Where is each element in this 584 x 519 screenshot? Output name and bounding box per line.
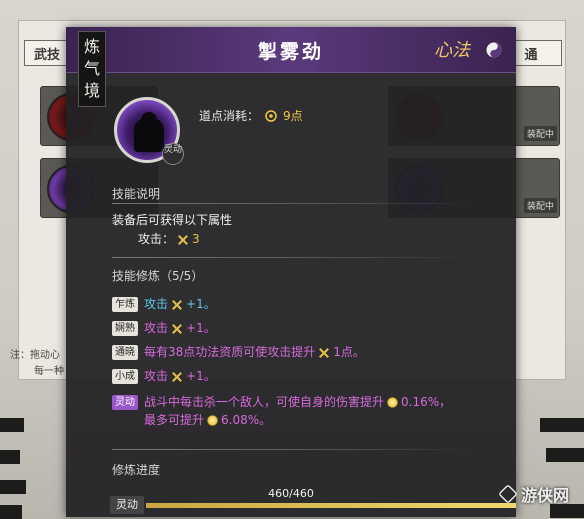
progress-bar	[146, 503, 516, 508]
equipped-badge: 装配中	[523, 198, 557, 213]
tier-badge: 通晓	[112, 345, 138, 360]
skill-attribute-badge: 灵动	[162, 143, 184, 165]
cost-label: 道点消耗：	[199, 109, 260, 123]
watermark: 游侠网	[498, 482, 569, 506]
tier-badge: 乍炼	[112, 297, 138, 312]
dao-point-icon	[265, 109, 277, 122]
tier-badge: 灵动	[112, 395, 138, 410]
attack-icon	[178, 235, 188, 245]
progress-label: 修炼进度	[112, 463, 161, 477]
skill-detail-dialog: 掣雾劲 心法 炼 气 境 灵动 道点消耗： 9点 技能说明 装备后可获得以下属性…	[66, 27, 516, 517]
attack-icon	[319, 348, 329, 358]
skill-type-badge: 心法	[434, 40, 470, 61]
tier-badge: 小成	[112, 369, 138, 384]
description-text: 装备后可获得以下属性	[112, 213, 233, 227]
yin-yang-icon	[486, 42, 502, 58]
divider	[112, 449, 472, 450]
tier-row: 小成 攻击 +1。	[112, 369, 216, 384]
realm-badge: 炼 气 境	[78, 31, 106, 107]
description-title: 技能说明	[112, 187, 161, 201]
tier-badge: 娴熟	[112, 321, 138, 336]
stat-bar	[540, 418, 584, 432]
attack-icon	[172, 300, 182, 310]
hint-text: 每一种	[34, 366, 64, 377]
stat-bar	[0, 480, 26, 494]
watermark-logo-icon	[498, 484, 518, 504]
equipped-badge: 装配中	[523, 126, 557, 141]
attack-icon	[172, 372, 182, 382]
damage-icon	[387, 397, 399, 408]
tier-row: 娴熟 攻击 +1。	[112, 321, 216, 336]
attack-icon	[172, 324, 182, 334]
divider	[112, 203, 472, 204]
tier-row: 灵动 战斗中每击杀一个敌人，可使自身的伤害提升 0.16%， 最多可提升 6.08%…	[112, 395, 451, 428]
cost-value: 9点	[283, 109, 303, 123]
damage-icon	[207, 415, 219, 426]
stat-bar	[0, 450, 20, 464]
stat-bar	[550, 504, 584, 518]
tier-row: 乍炼 攻击 +1。	[112, 297, 216, 312]
stat-bar	[0, 505, 22, 519]
cost-row: 道点消耗： 9点	[199, 107, 303, 124]
bottom-skill-tag: 灵动	[110, 496, 144, 514]
divider	[112, 257, 472, 258]
stat-bar	[0, 418, 24, 432]
tab-martial-skills[interactable]: 武技	[24, 40, 70, 66]
tier-row: 通晓 每有38点功法资质可使攻击提升 1点。	[112, 345, 365, 360]
progress-fill	[146, 503, 516, 508]
dialog-header: 掣雾劲 心法	[66, 27, 516, 73]
stat-bar	[546, 448, 584, 462]
attack-stat: 攻击： 3	[138, 232, 200, 246]
hint-text: 注：拖动心	[10, 350, 60, 361]
cultivation-title: 技能修炼（5/5）	[112, 269, 204, 283]
